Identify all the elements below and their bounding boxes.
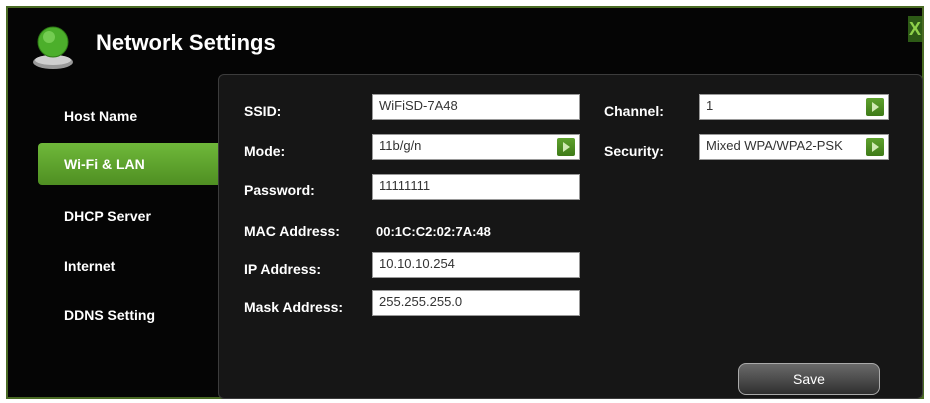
sidebar-item-ddns-setting[interactable]: DDNS Setting — [38, 294, 218, 336]
play-arrow-icon — [866, 138, 884, 156]
ip-address-label: IP Address: — [244, 261, 322, 277]
close-icon: X — [908, 19, 921, 39]
mac-address-label: MAC Address: — [244, 223, 340, 239]
mode-label: Mode: — [244, 143, 286, 159]
ssid-label: SSID: — [244, 103, 282, 119]
mask-address-input[interactable]: 255.255.255.0 — [372, 290, 580, 316]
ip-address-input[interactable]: 10.10.10.254 — [372, 252, 580, 278]
mac-address-value: 00:1C:C2:02:7A:48 — [376, 224, 491, 239]
security-select[interactable]: Mixed WPA/WPA2-PSK — [699, 134, 889, 160]
ssid-input[interactable]: WiFiSD-7A48 — [372, 94, 580, 120]
close-button[interactable]: X — [908, 16, 922, 42]
mask-address-label: Mask Address: — [244, 299, 344, 315]
password-input[interactable]: 11111111 — [372, 174, 580, 200]
mode-select-value: 11b/g/n — [379, 138, 422, 153]
security-label: Security: — [604, 143, 664, 159]
play-arrow-icon — [557, 138, 575, 156]
channel-select-value: 1 — [706, 98, 714, 113]
sidebar-item-dhcp-server[interactable]: DHCP Server — [38, 195, 218, 237]
channel-label: Channel: — [604, 103, 664, 119]
password-label: Password: — [244, 182, 315, 198]
network-settings-window: X Network Settings Host Name Wi-Fi & LAN… — [6, 6, 924, 399]
play-arrow-icon — [866, 98, 884, 116]
save-button[interactable]: Save — [738, 363, 880, 395]
page-title: Network Settings — [96, 30, 276, 55]
security-select-value: Mixed WPA/WPA2-PSK — [706, 138, 843, 153]
mode-select[interactable]: 11b/g/n — [372, 134, 580, 160]
channel-select[interactable]: 1 — [699, 94, 889, 120]
sidebar-item-host-name[interactable]: Host Name — [38, 95, 218, 137]
sidebar-item-wifi-lan[interactable]: Wi-Fi & LAN — [38, 143, 218, 185]
sidebar-item-internet[interactable]: Internet — [38, 245, 218, 287]
network-globe-icon — [33, 26, 73, 69]
